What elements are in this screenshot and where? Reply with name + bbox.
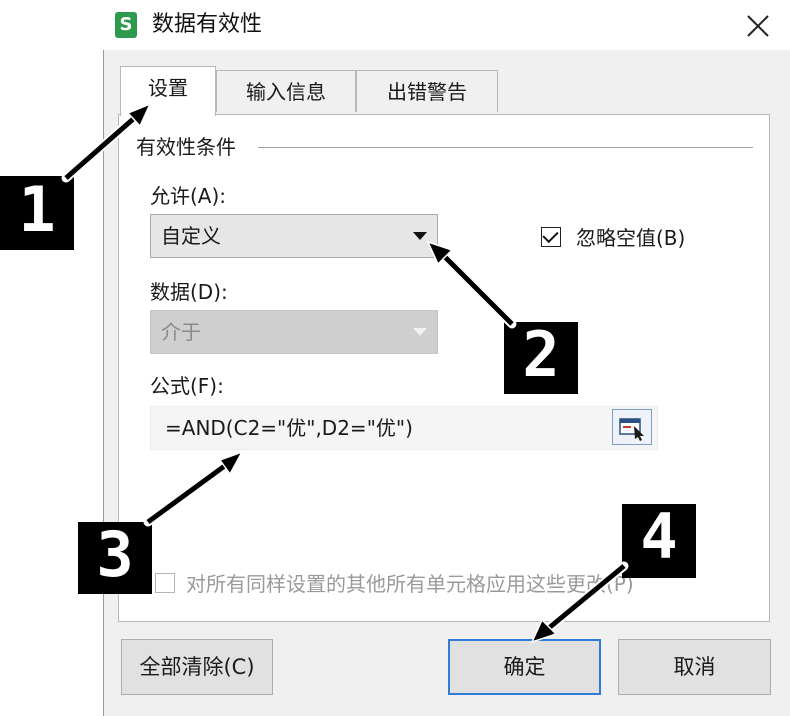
annotation-arrow-2 — [426, 240, 517, 329]
annotation-badge-4: 4 — [622, 500, 696, 578]
annotation-badge-1: 1 — [0, 173, 74, 250]
annotation-arrow-3 — [143, 450, 244, 527]
annotation-number-2: 2 — [522, 318, 559, 391]
annotation-arrow-1 — [61, 102, 152, 183]
annotation-badge-3: 3 — [78, 518, 152, 594]
annotation-number-4: 4 — [640, 500, 677, 573]
annotation-overlay: 1 2 3 4 — [0, 102, 696, 644]
annotation-arrow-4 — [530, 561, 629, 644]
annotation-badge-2: 2 — [504, 318, 578, 394]
annotation-number-1: 1 — [18, 173, 55, 246]
annotation-number-3: 3 — [96, 518, 133, 591]
